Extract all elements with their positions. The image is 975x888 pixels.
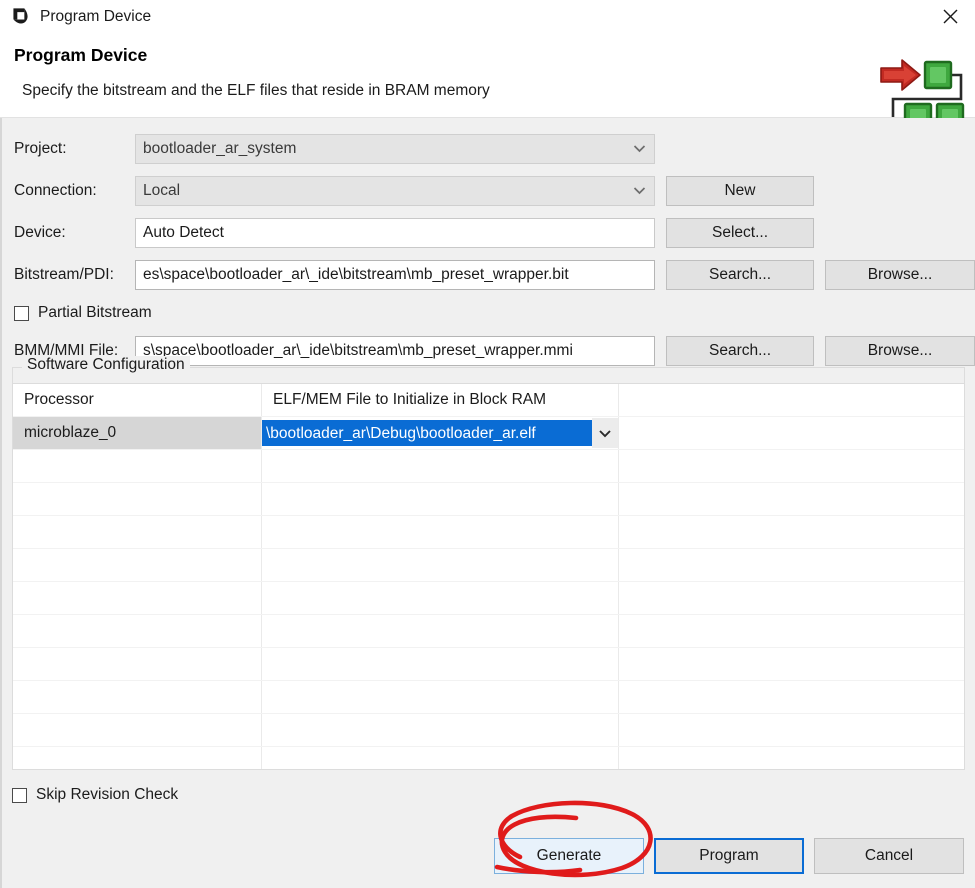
connection-combobox[interactable]: Local xyxy=(135,176,655,206)
bmm-mmi-browse-button[interactable]: Browse... xyxy=(825,336,975,366)
project-label: Project: xyxy=(2,140,135,158)
partial-bitstream-row[interactable]: Partial Bitstream xyxy=(2,302,965,324)
connection-value: Local xyxy=(143,182,180,200)
red-arrow-green-blocks-icon xyxy=(875,55,967,127)
xilinx-logo-icon xyxy=(12,7,31,26)
settings-form: Project: bootloader_ar_system Connection… xyxy=(2,134,965,378)
bitstream-search-button[interactable]: Search... xyxy=(666,260,814,290)
elf-file-combobox[interactable]: \bootloader_ar\Debug\bootloader_ar.elf xyxy=(262,418,618,448)
table-row[interactable] xyxy=(13,648,964,681)
column-header-blank xyxy=(619,384,964,416)
table-row[interactable] xyxy=(13,747,964,769)
skip-revision-check-checkbox[interactable] xyxy=(12,788,27,803)
bitstream-input[interactable]: es\space\bootloader_ar\_ide\bitstream\mb… xyxy=(135,260,655,290)
partial-bitstream-label: Partial Bitstream xyxy=(38,304,152,322)
table-row[interactable] xyxy=(13,483,964,516)
select-device-button[interactable]: Select... xyxy=(666,218,814,248)
partial-bitstream-checkbox[interactable] xyxy=(14,306,29,321)
connection-row: Connection: Local New xyxy=(2,176,965,206)
table-empty-rows xyxy=(13,450,964,769)
dialog-banner: Program Device Specify the bitstream and… xyxy=(0,33,975,117)
bitstream-label: Bitstream/PDI: xyxy=(2,266,135,284)
program-button[interactable]: Program xyxy=(654,838,804,874)
window-title: Program Device xyxy=(40,9,151,25)
title-bar: Program Device xyxy=(0,0,975,33)
page-title: Program Device xyxy=(14,47,975,65)
chevron-down-icon[interactable] xyxy=(592,418,618,448)
column-header-processor: Processor xyxy=(13,384,262,416)
dialog-button-bar: Generate Program Cancel xyxy=(484,838,964,874)
new-button[interactable]: New xyxy=(666,176,814,206)
bmm-mmi-input[interactable]: s\space\bootloader_ar\_ide\bitstream\mb_… xyxy=(135,336,655,366)
cell-elf-file[interactable]: \bootloader_ar\Debug\bootloader_ar.elf xyxy=(262,417,619,449)
bmm-mmi-search-button[interactable]: Search... xyxy=(666,336,814,366)
cell-blank xyxy=(619,417,964,449)
table-row[interactable] xyxy=(13,582,964,615)
connection-label: Connection: xyxy=(2,182,135,200)
project-row: Project: bootloader_ar_system xyxy=(2,134,965,164)
column-header-elf-file: ELF/MEM File to Initialize in Block RAM xyxy=(262,384,619,416)
device-row: Device: Auto Detect Select... xyxy=(2,218,965,248)
table-row[interactable] xyxy=(13,516,964,549)
table-header-row: Processor ELF/MEM File to Initialize in … xyxy=(13,384,964,417)
project-value: bootloader_ar_system xyxy=(143,140,296,158)
bitstream-browse-button[interactable]: Browse... xyxy=(825,260,975,290)
device-value: Auto Detect xyxy=(143,224,224,242)
program-device-dialog: Program Device Program Device Specify th… xyxy=(0,0,975,888)
skip-revision-check-label: Skip Revision Check xyxy=(36,786,178,804)
table-row[interactable] xyxy=(13,450,964,483)
bitstream-row: Bitstream/PDI: es\space\bootloader_ar\_i… xyxy=(2,260,965,290)
table-row[interactable]: microblaze_0 \bootloader_ar\Debug\bootlo… xyxy=(13,417,964,450)
device-input[interactable]: Auto Detect xyxy=(135,218,655,248)
skip-revision-check-row[interactable]: Skip Revision Check xyxy=(12,786,178,804)
chevron-down-icon xyxy=(633,182,646,200)
chevron-down-icon xyxy=(633,140,646,158)
dialog-footer: Skip Revision Check Generate Program Can… xyxy=(2,776,975,888)
cancel-button[interactable]: Cancel xyxy=(814,838,964,874)
dialog-body: Project: bootloader_ar_system Connection… xyxy=(0,118,975,888)
software-configuration-table: Processor ELF/MEM File to Initialize in … xyxy=(13,383,964,769)
table-row[interactable] xyxy=(13,615,964,648)
table-row[interactable] xyxy=(13,549,964,582)
device-label: Device: xyxy=(2,224,135,242)
software-configuration-label: Software Configuration xyxy=(22,356,190,374)
page-subtitle: Specify the bitstream and the ELF files … xyxy=(22,83,975,99)
project-combobox[interactable]: bootloader_ar_system xyxy=(135,134,655,164)
table-row[interactable] xyxy=(13,681,964,714)
bitstream-value: es\space\bootloader_ar\_ide\bitstream\mb… xyxy=(143,266,569,284)
bmm-mmi-value: s\space\bootloader_ar\_ide\bitstream\mb_… xyxy=(143,342,573,360)
cell-processor: microblaze_0 xyxy=(13,417,262,449)
generate-button[interactable]: Generate xyxy=(494,838,644,874)
elf-file-value: \bootloader_ar\Debug\bootloader_ar.elf xyxy=(262,420,592,446)
table-row[interactable] xyxy=(13,714,964,747)
software-configuration-group: Software Configuration Processor ELF/MEM… xyxy=(12,367,965,770)
close-icon[interactable] xyxy=(925,0,975,33)
